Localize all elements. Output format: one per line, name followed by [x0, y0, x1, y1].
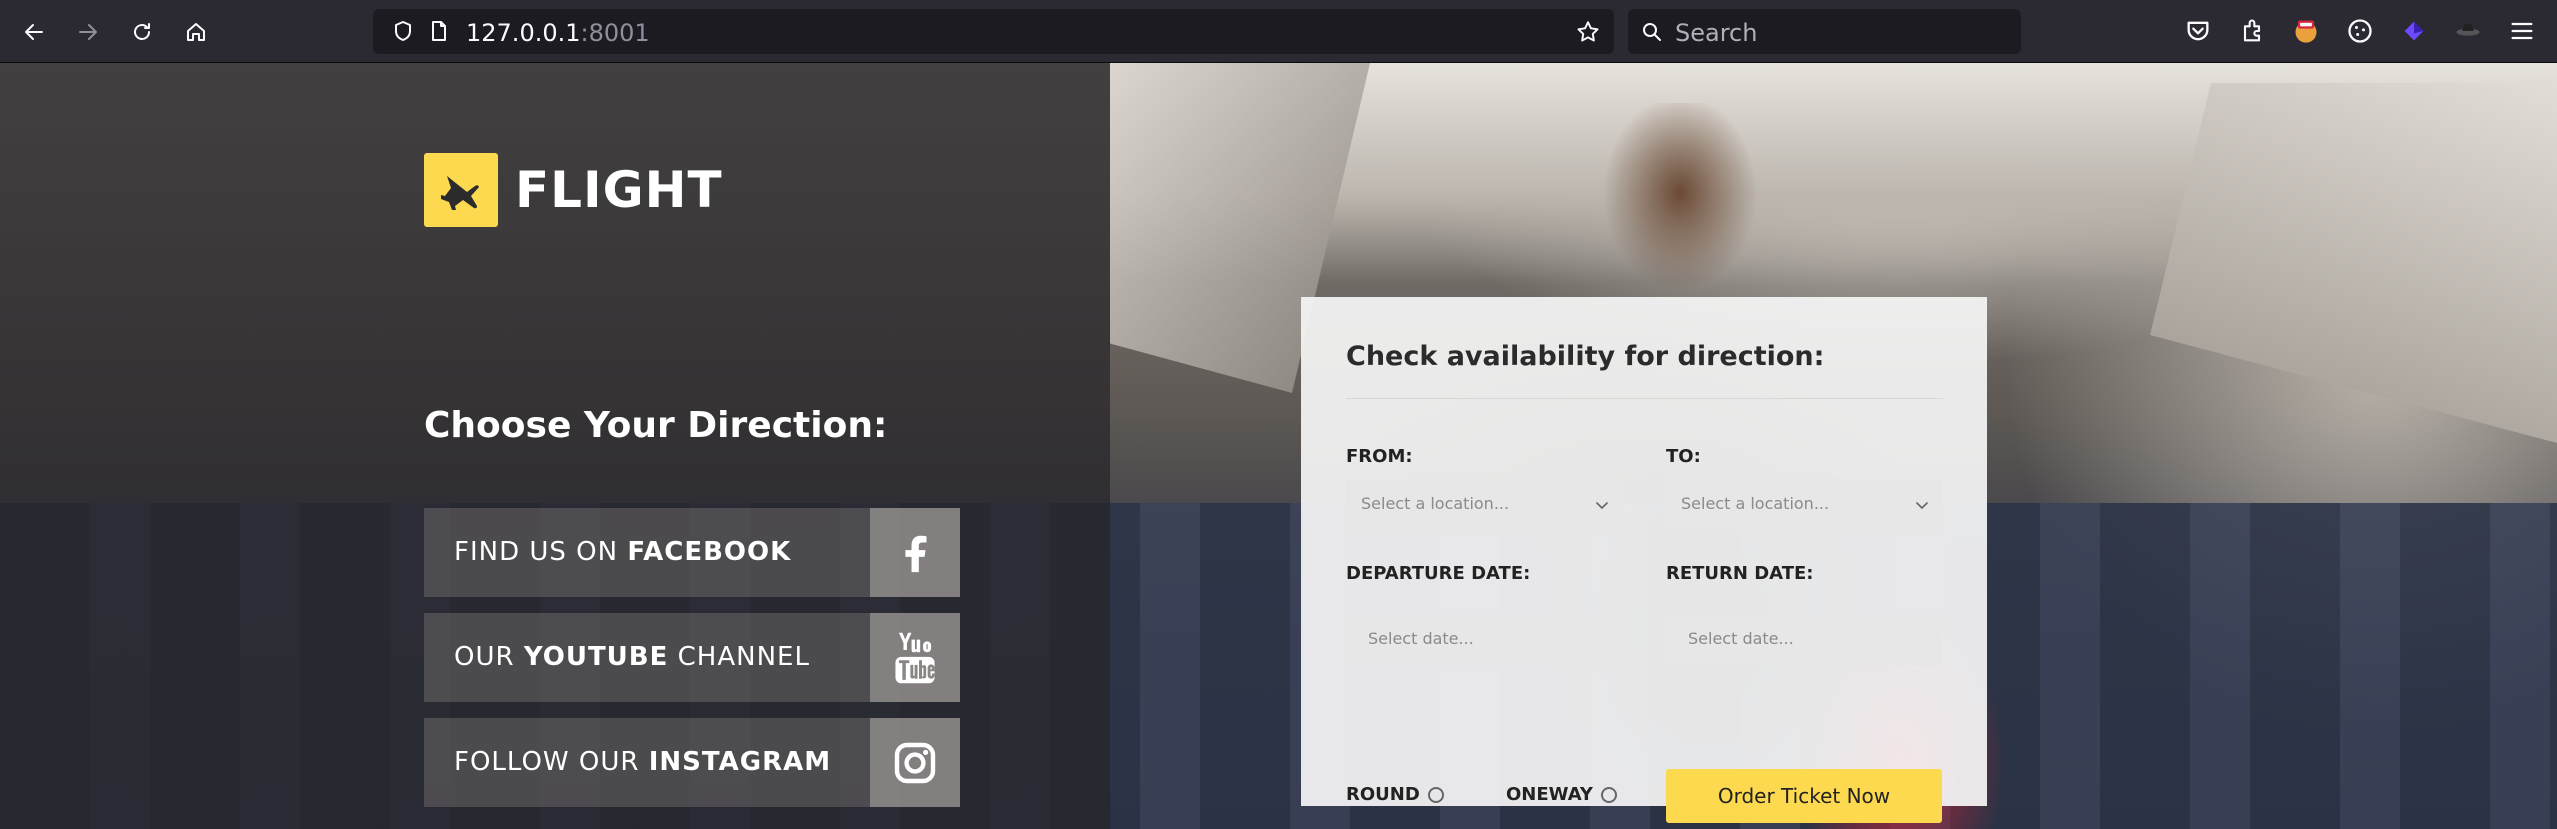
- reload-icon[interactable]: [124, 14, 160, 50]
- return-date-placeholder: Select date...: [1688, 629, 1794, 648]
- oneway-radio[interactable]: [1600, 786, 1617, 803]
- extensions-icon[interactable]: [2236, 15, 2268, 47]
- return-date-input[interactable]: Select date...: [1666, 614, 1942, 666]
- booking-panel: Check availability for direction: FROM: …: [1301, 297, 1987, 823]
- youtube-label-prefix: OUR: [454, 642, 524, 672]
- forward-icon[interactable]: [70, 14, 106, 50]
- background-overhead-bin-right: [2150, 83, 2557, 443]
- airplane-icon: [424, 153, 498, 227]
- round-radio[interactable]: [1427, 786, 1444, 803]
- logo-text: FLIGHT: [515, 161, 723, 219]
- facebook-label-bold: FACEBOOK: [627, 537, 792, 567]
- oneway-trip-option[interactable]: ONEWAY: [1506, 784, 1617, 805]
- direction-heading: Choose Your Direction:: [424, 405, 888, 446]
- from-select[interactable]: Select a location...: [1346, 479, 1622, 531]
- from-label: FROM:: [1346, 446, 1413, 467]
- departure-date-label: DEPARTURE DATE:: [1346, 563, 1531, 584]
- proton-icon[interactable]: [2398, 15, 2430, 47]
- shield-icon[interactable]: [391, 19, 415, 43]
- youtube-link[interactable]: OUR YOUTUBE CHANNEL: [424, 613, 960, 702]
- booking-divider: [1346, 398, 1943, 399]
- facebook-label-prefix: FIND US ON: [454, 537, 628, 567]
- instagram-link-label: FOLLOW OUR INSTAGRAM: [454, 718, 831, 807]
- from-select-value: Select a location...: [1361, 494, 1510, 513]
- instagram-label-bold: INSTAGRAM: [648, 747, 832, 777]
- oneway-label: ONEWAY: [1506, 784, 1593, 805]
- instagram-link[interactable]: FOLLOW OUR INSTAGRAM: [424, 718, 960, 807]
- pocket-icon[interactable]: [2182, 15, 2214, 47]
- to-label: TO:: [1666, 446, 1701, 467]
- page-icon[interactable]: [427, 19, 451, 43]
- booking-title: Check availability for direction:: [1346, 341, 1825, 372]
- youtube-label-bold: YOUTUBE: [523, 642, 669, 672]
- departure-date-placeholder: Select date...: [1368, 629, 1474, 648]
- url-port: :8001: [580, 19, 650, 47]
- url-text[interactable]: 127.0.0.1:8001: [466, 19, 650, 47]
- browser-toolbar: 127.0.0.1:8001 Search: [0, 0, 2557, 63]
- to-select[interactable]: Select a location...: [1666, 479, 1942, 531]
- round-label: ROUND: [1346, 784, 1420, 805]
- youtube-label-suffix: CHANNEL: [668, 642, 810, 672]
- instagram-label-prefix: FOLLOW OUR: [454, 747, 649, 777]
- return-date-label: RETURN DATE:: [1666, 563, 1814, 584]
- menu-icon[interactable]: [2506, 15, 2538, 47]
- page-content: FLIGHT Choose Your Direction: FIND US ON…: [0, 63, 2557, 829]
- site-logo[interactable]: FLIGHT: [424, 153, 723, 227]
- search-placeholder: Search: [1675, 19, 1758, 47]
- search-bar[interactable]: Search: [1628, 9, 2021, 54]
- chevron-down-icon: [1916, 502, 1928, 509]
- search-icon: [1640, 20, 1664, 44]
- order-ticket-button[interactable]: Order Ticket Now: [1666, 769, 1942, 823]
- url-bar[interactable]: 127.0.0.1:8001: [373, 9, 1614, 54]
- star-icon[interactable]: [1575, 19, 1601, 45]
- to-select-value: Select a location...: [1681, 494, 1830, 513]
- youtube-icon: [870, 613, 960, 702]
- back-icon[interactable]: [16, 14, 52, 50]
- departure-date-input[interactable]: Select date...: [1346, 614, 1622, 666]
- instagram-icon: [870, 718, 960, 807]
- facebook-icon: [870, 508, 960, 597]
- facebook-link[interactable]: FIND US ON FACEBOOK: [424, 508, 960, 597]
- chevron-down-icon: [1596, 502, 1608, 509]
- ublock-icon[interactable]: [2290, 15, 2322, 47]
- facebook-link-label: FIND US ON FACEBOOK: [454, 508, 791, 597]
- cookie-icon[interactable]: [2344, 15, 2376, 47]
- home-icon[interactable]: [178, 14, 214, 50]
- round-trip-option[interactable]: ROUND: [1346, 784, 1444, 805]
- incognito-icon[interactable]: [2452, 15, 2484, 47]
- url-host: 127.0.0.1: [466, 19, 581, 47]
- youtube-link-label: OUR YOUTUBE CHANNEL: [454, 613, 810, 702]
